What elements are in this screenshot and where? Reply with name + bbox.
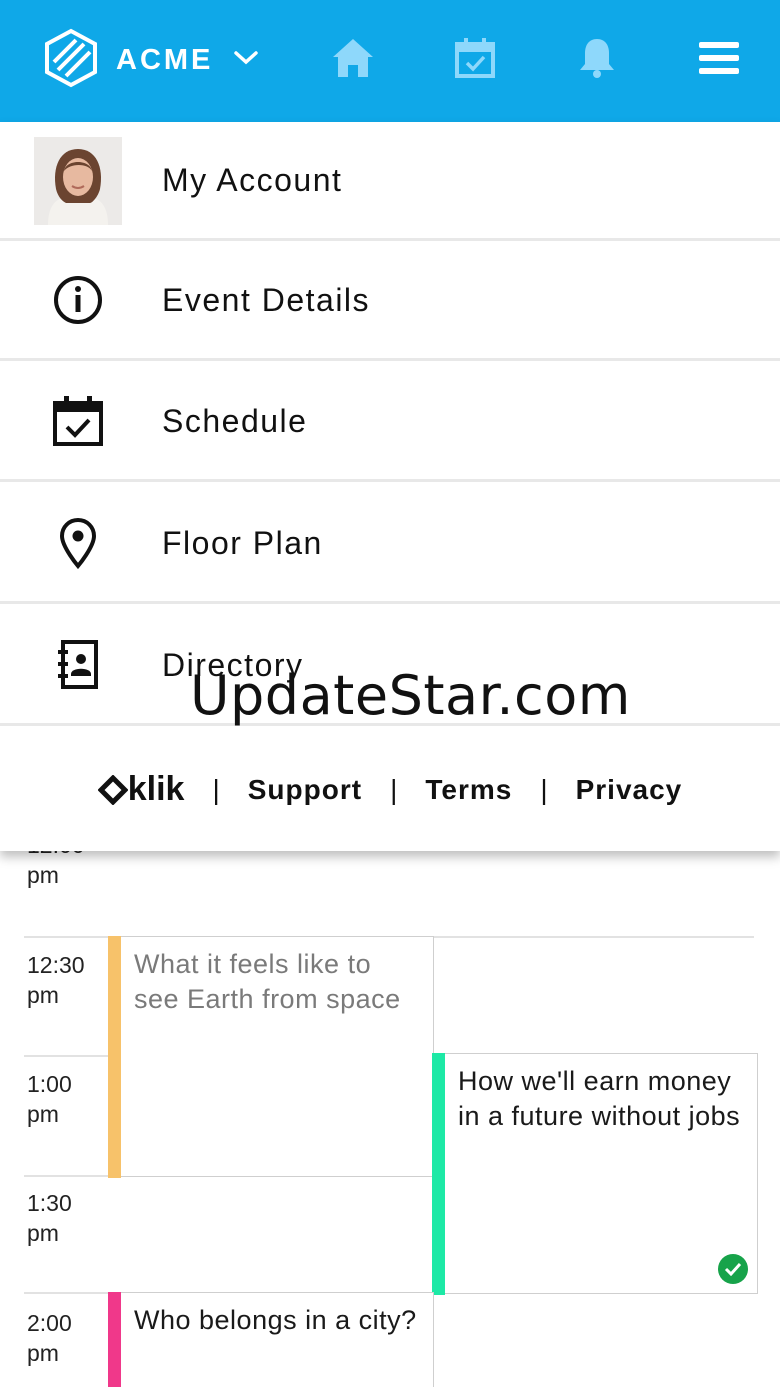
menu-item-label: Schedule: [162, 403, 308, 439]
klik-logo[interactable]: klik: [97, 770, 185, 809]
watermark-text: UpdateStar.com: [190, 664, 631, 727]
avatar: [34, 137, 122, 225]
schedule-view: 12:00 pm 12:30 pm 1:00 pm 1:30 pm 2:00 p…: [0, 850, 780, 1387]
klik-diamond-icon: [97, 774, 128, 805]
time-label: 1:30 pm: [27, 1190, 72, 1246]
map-pin-icon: [48, 513, 108, 573]
session-title: How we'll earn money in a future without…: [458, 1066, 741, 1131]
time-label: 12:30 pm: [27, 952, 85, 1008]
address-book-icon: [48, 635, 108, 695]
menu-item-schedule[interactable]: Schedule: [0, 363, 780, 482]
time-label: 1:00 pm: [27, 1071, 72, 1127]
session-card[interactable]: What it feels like to see Earth from spa…: [107, 935, 434, 1178]
time-label: 2:00 pm: [27, 1310, 72, 1366]
klik-brand-text: klik: [127, 770, 185, 808]
session-title: Who belongs in a city?: [134, 1305, 417, 1335]
chevron-down-icon: [233, 50, 259, 71]
session-color-bar: [107, 935, 121, 1178]
top-navigation-bar: ACME: [0, 0, 780, 122]
session-color-bar: [431, 1052, 445, 1295]
session-card[interactable]: How we'll earn money in a future without…: [431, 1052, 758, 1295]
session-color-bar: [107, 1291, 121, 1387]
terms-link[interactable]: Terms: [425, 774, 512, 806]
footer-separator: |: [212, 773, 220, 805]
menu-item-label: Floor Plan: [162, 525, 323, 561]
brand-switcher[interactable]: ACME: [44, 28, 259, 93]
info-icon: [48, 270, 108, 330]
session-card[interactable]: Who belongs in a city?: [107, 1291, 434, 1387]
footer-separator: |: [540, 773, 548, 805]
calendar-check-icon[interactable]: [450, 30, 500, 86]
session-title: What it feels like to see Earth from spa…: [134, 949, 401, 1014]
calendar-check-icon: [48, 391, 108, 451]
privacy-link[interactable]: Privacy: [576, 774, 683, 806]
hamburger-menu-icon[interactable]: [694, 30, 744, 86]
footer-separator: |: [390, 773, 398, 805]
menu-item-event-details[interactable]: Event Details: [0, 242, 780, 361]
check-circle-icon: [718, 1254, 748, 1284]
time-label: 12:00 pm: [27, 850, 85, 888]
support-link[interactable]: Support: [248, 774, 362, 806]
menu-item-my-account[interactable]: My Account: [0, 122, 780, 241]
menu-item-floor-plan[interactable]: Floor Plan: [0, 485, 780, 604]
acme-logo-icon: [44, 28, 98, 93]
home-icon[interactable]: [328, 30, 378, 86]
time-divider: [24, 1055, 108, 1057]
bell-icon[interactable]: [572, 30, 622, 86]
brand-name: ACME: [116, 43, 214, 76]
menu-item-label: My Account: [162, 162, 343, 198]
main-menu-dropdown: My Account Event Details Schedule Floor …: [0, 122, 780, 851]
menu-item-label: Event Details: [162, 282, 371, 318]
menu-footer: klik | Support | Terms | Privacy: [0, 728, 780, 851]
